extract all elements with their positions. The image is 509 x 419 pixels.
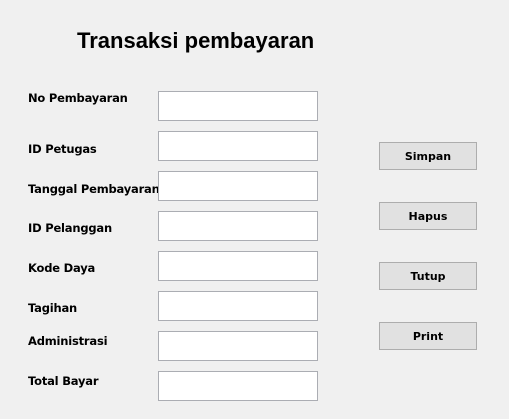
administrasi-input[interactable] <box>158 331 318 361</box>
tutup-button[interactable]: Tutup <box>379 262 477 290</box>
page-title: Transaksi pembayaran <box>77 28 315 53</box>
tanggal-pembayaran-label: Tanggal Pembayaran <box>28 182 160 196</box>
tanggal-pembayaran-input[interactable] <box>158 171 318 201</box>
id-pelanggan-label: ID Pelanggan <box>28 221 112 235</box>
no-pembayaran-input[interactable] <box>158 91 318 121</box>
kode-daya-input[interactable] <box>158 251 318 281</box>
no-pembayaran-label: No Pembayaran <box>28 91 128 105</box>
id-petugas-input[interactable] <box>158 131 318 161</box>
tagihan-input[interactable] <box>158 291 318 321</box>
id-petugas-label: ID Petugas <box>28 142 97 156</box>
administrasi-label: Administrasi <box>28 334 108 348</box>
simpan-button[interactable]: Simpan <box>379 142 477 170</box>
total-bayar-label: Total Bayar <box>28 374 99 388</box>
print-button[interactable]: Print <box>379 322 477 350</box>
total-bayar-input[interactable] <box>158 371 318 401</box>
id-pelanggan-input[interactable] <box>158 211 318 241</box>
kode-daya-label: Kode Daya <box>28 261 96 275</box>
tagihan-label: Tagihan <box>28 301 78 315</box>
hapus-button[interactable]: Hapus <box>379 202 477 230</box>
